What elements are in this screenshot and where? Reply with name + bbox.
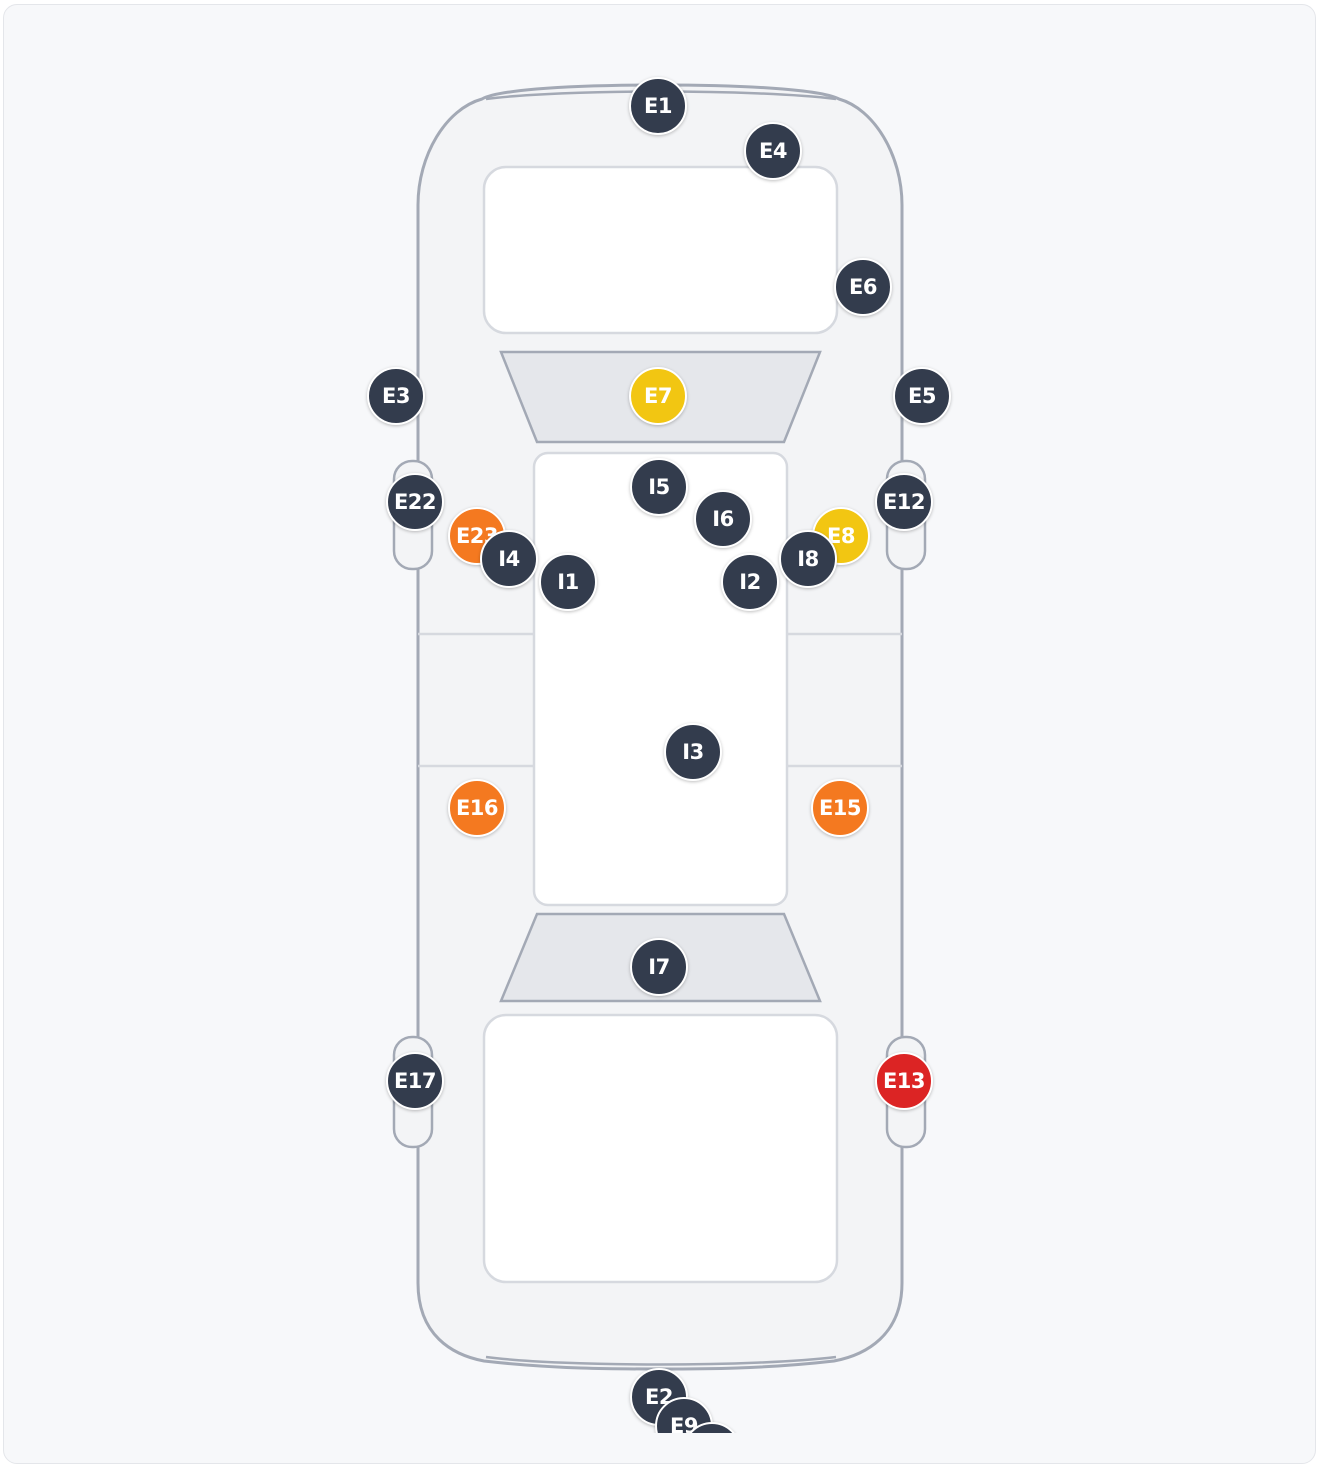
damage-marker-e4[interactable]: E4 <box>744 122 802 180</box>
damage-marker-layer: E1 E4 E6 E3 E7 E5 E23 E8 E22 E12 I5 I6 I… <box>4 5 1315 1433</box>
vehicle-diagram-panel: E1 E4 E6 E3 E7 E5 E23 E8 E22 E12 I5 I6 I… <box>3 4 1316 1464</box>
damage-marker-i6[interactable]: I6 <box>694 490 752 548</box>
damage-marker-e15[interactable]: E15 <box>811 779 869 837</box>
damage-marker-i3[interactable]: I3 <box>664 723 722 781</box>
damage-marker-e17[interactable]: E17 <box>386 1052 444 1110</box>
damage-marker-e13[interactable]: E13 <box>875 1052 933 1110</box>
damage-marker-i1[interactable]: I1 <box>539 553 597 611</box>
damage-marker-e3[interactable]: E3 <box>367 367 425 425</box>
damage-marker-i7[interactable]: I7 <box>630 938 688 996</box>
damage-marker-i5[interactable]: I5 <box>630 458 688 516</box>
damage-marker-i4[interactable]: I4 <box>480 530 538 588</box>
damage-marker-e5[interactable]: E5 <box>893 367 951 425</box>
damage-marker-e6[interactable]: E6 <box>834 258 892 316</box>
damage-marker-e12[interactable]: E12 <box>875 473 933 531</box>
damage-marker-e7[interactable]: E7 <box>629 367 687 425</box>
damage-marker-i8[interactable]: I8 <box>779 530 837 588</box>
damage-marker-e16[interactable]: E16 <box>448 779 506 837</box>
damage-marker-e1[interactable]: E1 <box>629 77 687 135</box>
damage-marker-i2[interactable]: I2 <box>721 553 779 611</box>
damage-marker-e22[interactable]: E22 <box>386 473 444 531</box>
